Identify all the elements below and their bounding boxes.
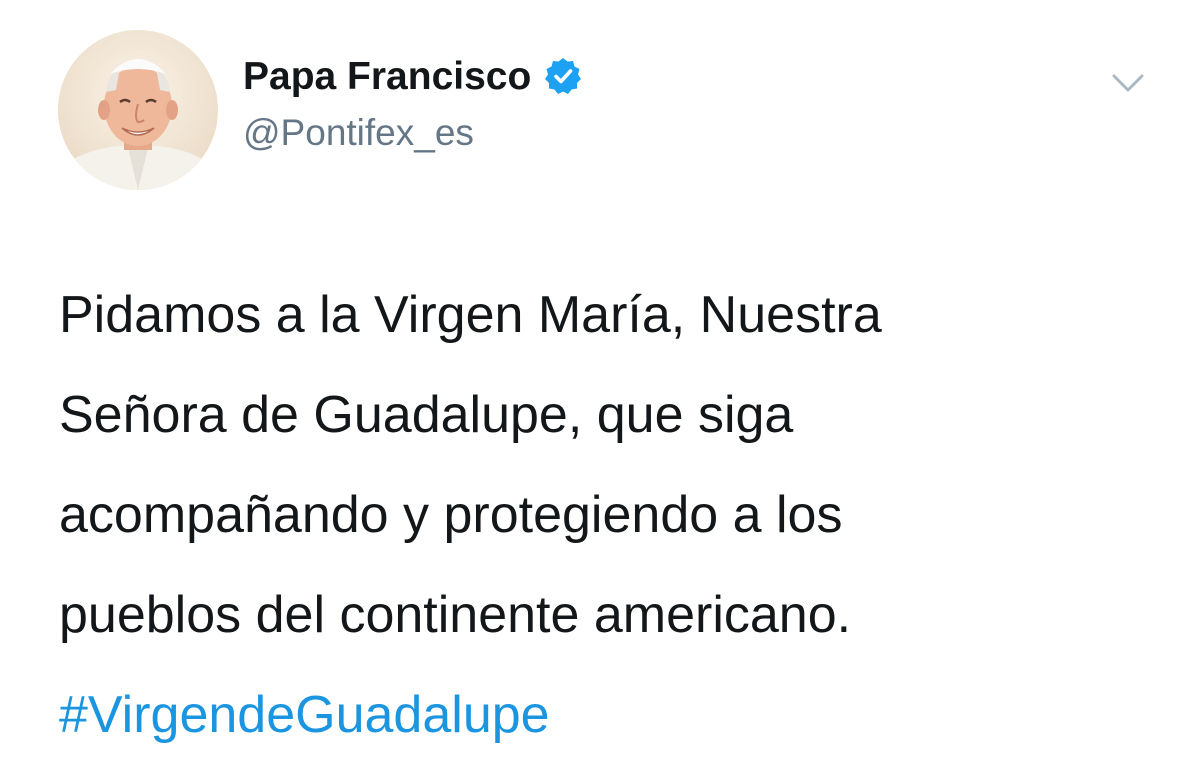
author-avatar[interactable]	[58, 30, 218, 190]
verified-badge-icon	[545, 58, 582, 94]
tweet-line: Pidamos a la Virgen María, Nuestra	[59, 286, 882, 344]
tweet-card: Papa Francisco @Pontifex_es Pidamos a la…	[0, 0, 1200, 744]
author-name-text[interactable]: Papa Francisco	[243, 57, 531, 96]
tweet-text: Pidamos a la Virgen María, Nuestra Señor…	[59, 265, 1159, 765]
tweet-line: Señora de Guadalupe, que siga	[59, 386, 794, 444]
tweet-line: pueblos del continente americano.	[59, 586, 852, 644]
author-handle[interactable]: @Pontifex_es	[243, 114, 474, 151]
author-name[interactable]: Papa Francisco	[243, 56, 583, 96]
hashtag-link[interactable]: #VirgendeGuadalupe	[59, 665, 1159, 765]
tweet-line: acompañando y protegiendo a los	[59, 486, 843, 544]
avatar-image	[58, 30, 218, 190]
chevron-down-icon[interactable]	[1110, 70, 1146, 96]
